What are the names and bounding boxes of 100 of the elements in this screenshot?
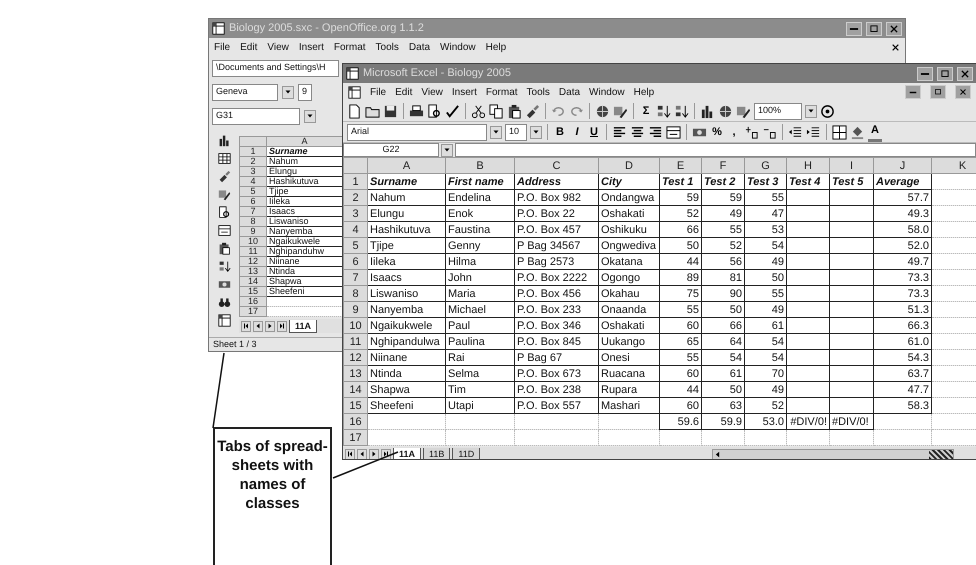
- row-number[interactable]: 6: [240, 196, 266, 206]
- globe-icon[interactable]: [595, 104, 610, 118]
- column-header[interactable]: A: [266, 136, 342, 146]
- print-preview-icon[interactable]: [218, 206, 230, 219]
- row-number[interactable]: 8: [344, 286, 368, 302]
- right-sheet-button[interactable]: [369, 448, 379, 459]
- maximize-button[interactable]: [866, 22, 882, 36]
- column-header[interactable]: E: [660, 158, 702, 174]
- indent-icon[interactable]: [806, 124, 821, 140]
- left-sheet-button[interactable]: [253, 320, 263, 332]
- row-number[interactable]: 4: [344, 222, 368, 238]
- minimize-button[interactable]: [846, 22, 862, 36]
- menu-item[interactable]: Window: [440, 40, 476, 54]
- cut-icon[interactable]: [471, 104, 486, 118]
- menu-item[interactable]: Data: [408, 40, 430, 54]
- column-header[interactable]: C: [514, 158, 598, 174]
- sort-descending-icon[interactable]: [674, 104, 689, 118]
- sort-ascending-icon[interactable]: [218, 260, 230, 273]
- paste-icon[interactable]: [507, 104, 522, 118]
- spreadsheet-icon[interactable]: [218, 314, 230, 327]
- row-number[interactable]: 7: [240, 206, 266, 216]
- row-number[interactable]: 16: [240, 296, 266, 306]
- row-number[interactable]: 9: [344, 302, 368, 318]
- row-number[interactable]: 12: [240, 256, 266, 266]
- first-sheet-button[interactable]: [241, 320, 251, 332]
- merge-cells-icon[interactable]: [218, 224, 230, 237]
- new-document-icon[interactable]: [347, 104, 362, 118]
- restore-button[interactable]: [930, 85, 946, 99]
- menu-item[interactable]: Format: [486, 84, 518, 100]
- row-number[interactable]: 5: [240, 186, 266, 196]
- menu-item[interactable]: Help: [486, 40, 506, 54]
- dropdown-button[interactable]: [530, 126, 542, 138]
- drawing-icon[interactable]: [218, 188, 230, 201]
- right-sheet-button[interactable]: [265, 320, 275, 332]
- row-number[interactable]: 17: [240, 306, 266, 316]
- comma-button[interactable]: ,: [727, 124, 741, 140]
- row-number[interactable]: 14: [344, 382, 368, 398]
- dropdown-button[interactable]: [490, 126, 502, 138]
- font-field[interactable]: Geneva: [212, 84, 278, 100]
- name-box[interactable]: G31: [212, 108, 300, 124]
- minimize-button[interactable]: [905, 85, 921, 99]
- menu-item[interactable]: View: [267, 40, 289, 54]
- row-number[interactable]: 17: [344, 430, 368, 446]
- column-header[interactable]: H: [786, 158, 830, 174]
- row-number[interactable]: 5: [344, 238, 368, 254]
- row-number[interactable]: 2: [344, 190, 368, 206]
- row-number[interactable]: 3: [240, 166, 266, 176]
- row-number[interactable]: 6: [344, 254, 368, 270]
- sheet-tab[interactable]: 11B: [423, 448, 450, 459]
- sort-ascending-icon[interactable]: [656, 104, 671, 118]
- menu-item[interactable]: Data: [558, 84, 580, 100]
- font-size-field[interactable]: 10: [505, 124, 527, 140]
- scrollbar-thumb[interactable]: [929, 450, 953, 458]
- menu-item[interactable]: Help: [634, 84, 654, 100]
- row-number[interactable]: 10: [344, 318, 368, 334]
- close-button[interactable]: [886, 22, 902, 36]
- row-number[interactable]: 9: [240, 226, 266, 236]
- format-painter-icon[interactable]: [525, 104, 540, 118]
- row-number[interactable]: 2: [240, 156, 266, 166]
- row-number[interactable]: 8: [240, 216, 266, 226]
- row-number[interactable]: 1: [240, 146, 266, 156]
- column-header[interactable]: D: [598, 158, 660, 174]
- spellcheck-icon[interactable]: [445, 104, 460, 118]
- merge-cells-icon[interactable]: [666, 124, 681, 140]
- align-left-icon[interactable]: [612, 124, 627, 140]
- chart-icon[interactable]: [218, 134, 230, 147]
- row-number[interactable]: 13: [344, 366, 368, 382]
- row-number[interactable]: 1: [344, 174, 368, 190]
- menu-item[interactable]: Insert: [452, 84, 477, 100]
- first-sheet-button[interactable]: [345, 448, 355, 459]
- print-preview-icon[interactable]: [427, 104, 442, 118]
- copy-icon[interactable]: [489, 104, 504, 118]
- row-number[interactable]: 14: [240, 276, 266, 286]
- maximize-button[interactable]: [937, 66, 953, 80]
- menu-item[interactable]: Insert: [298, 40, 324, 54]
- last-sheet-button[interactable]: [277, 320, 287, 332]
- spreadsheet-icon[interactable]: [348, 86, 361, 98]
- bold-button[interactable]: B: [553, 124, 567, 140]
- row-number[interactable]: 15: [240, 286, 266, 296]
- sheet-tab[interactable]: 11D: [452, 448, 480, 459]
- minimize-button[interactable]: [917, 66, 933, 80]
- font-field[interactable]: Arial: [347, 124, 487, 140]
- table-icon[interactable]: [218, 152, 230, 165]
- row-number[interactable]: 11: [240, 246, 266, 256]
- menu-item[interactable]: Edit: [240, 40, 258, 54]
- menu-item[interactable]: Window: [589, 84, 625, 100]
- dropdown-button[interactable]: [805, 104, 817, 118]
- sheet-tab[interactable]: 11A: [289, 320, 318, 332]
- row-number[interactable]: 15: [344, 398, 368, 414]
- column-header[interactable]: G: [744, 158, 786, 174]
- font-size-field[interactable]: 9: [298, 84, 312, 100]
- menu-item[interactable]: Edit: [395, 84, 412, 100]
- outdent-icon[interactable]: [788, 124, 803, 140]
- row-number[interactable]: 7: [344, 270, 368, 286]
- italic-button[interactable]: I: [570, 124, 584, 140]
- print-icon[interactable]: [409, 104, 424, 118]
- column-header[interactable]: A: [368, 158, 446, 174]
- align-center-icon[interactable]: [630, 124, 645, 140]
- dropdown-button[interactable]: [441, 144, 453, 156]
- fill-bucket-icon[interactable]: [850, 124, 865, 140]
